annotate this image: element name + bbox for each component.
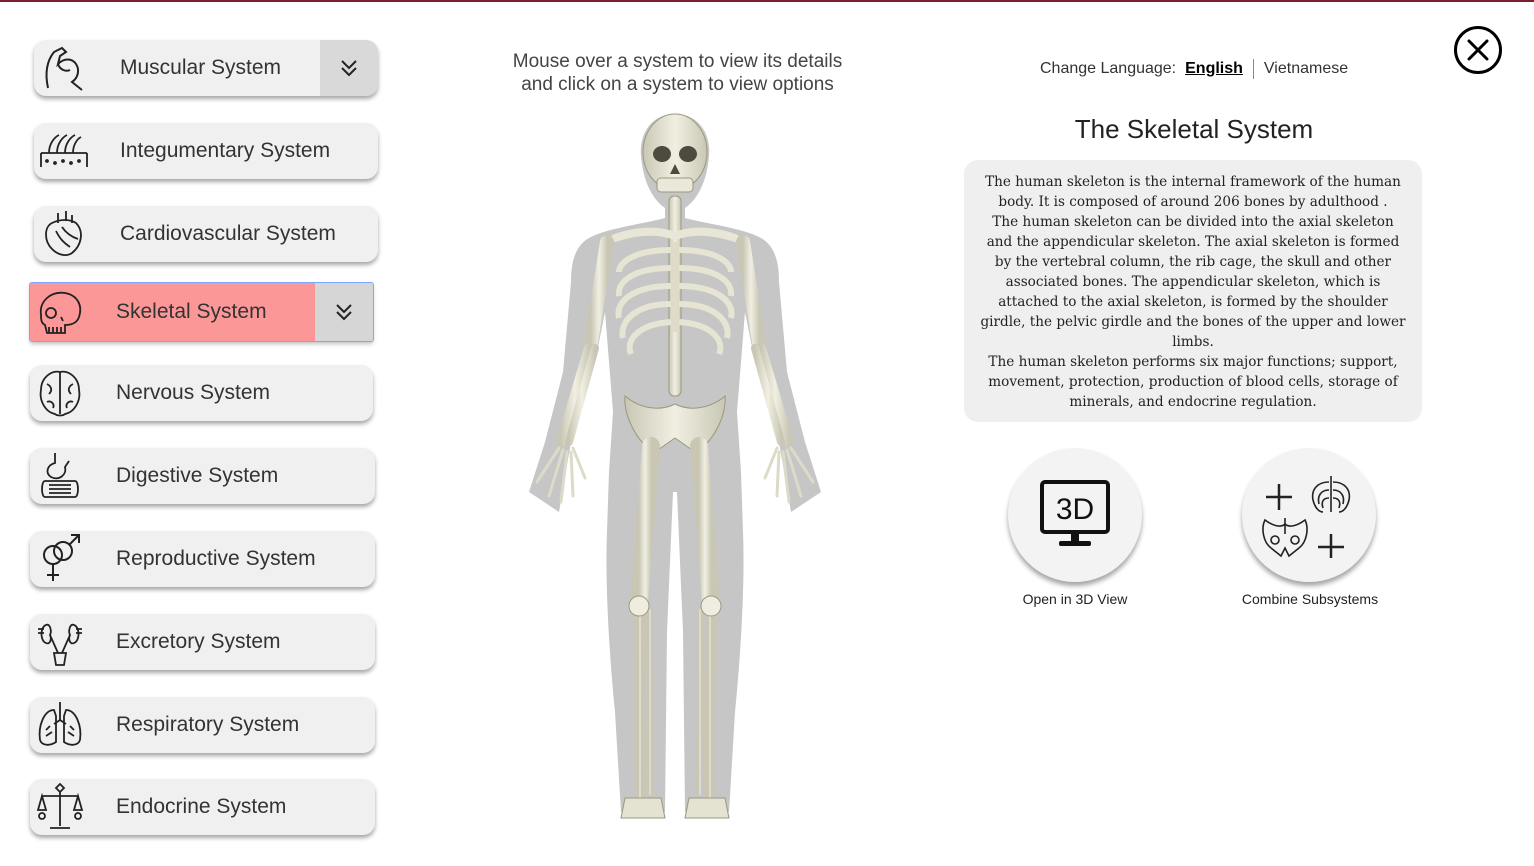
system-button-excretory[interactable]: Excretory System	[30, 614, 375, 670]
chevron-down-icon[interactable]	[320, 40, 378, 96]
system-label: Nervous System	[116, 381, 271, 404]
system-label: Digestive System	[116, 464, 279, 487]
system-button-integumentary[interactable]: Integumentary System	[34, 123, 378, 179]
chevron-down-icon[interactable]	[315, 283, 373, 341]
balance-scale-icon	[30, 779, 90, 835]
description-line: girdle, the pelvic girdle and the bones …	[980, 314, 1406, 330]
combine-subsystems-button[interactable]	[1242, 448, 1376, 582]
system-label: Muscular System	[120, 56, 282, 79]
system-button-skeletal[interactable]: Skeletal System	[29, 282, 374, 342]
system-button-muscular[interactable]: Muscular System	[34, 40, 378, 96]
system-label: Excretory System	[116, 630, 281, 653]
icon-3d-text: 3D	[1056, 493, 1094, 526]
description-line: body. It is composed of around 206 bones…	[998, 194, 1388, 210]
language-option-vietnamese[interactable]: Vietnamese	[1264, 60, 1348, 78]
close-button[interactable]	[1453, 25, 1503, 75]
system-button-endocrine[interactable]: Endocrine System	[30, 779, 375, 835]
combine-subsystems-label: Combine Subsystems	[1241, 591, 1379, 607]
description-line: and the appendicular skeleton. The axial…	[986, 234, 1400, 250]
language-switcher: Change Language: English Vietnamese	[1040, 59, 1348, 79]
description-line: by the vertebral column, the rib cage, t…	[994, 254, 1392, 270]
description-line: associated bones. The appendicular skele…	[1005, 274, 1381, 290]
gender-symbols-icon	[30, 531, 90, 587]
heart-icon	[34, 206, 94, 262]
system-label: Reproductive System	[116, 547, 316, 570]
system-label: Skeletal System	[116, 300, 267, 323]
skeleton-figure[interactable]	[515, 112, 835, 824]
system-button-respiratory[interactable]: Respiratory System	[30, 697, 375, 753]
system-description: The human skeleton is the internal frame…	[964, 160, 1422, 422]
system-button-nervous[interactable]: Nervous System	[30, 365, 373, 421]
description-line: The human skeleton performs six major fu…	[988, 354, 1398, 370]
skull-icon	[30, 284, 90, 340]
description-line: The human skeleton can be divided into t…	[992, 214, 1394, 230]
digestive-tract-icon	[30, 448, 90, 504]
instruction-text: Mouse over a system to view its details …	[480, 50, 875, 96]
language-divider	[1252, 59, 1254, 79]
description-line: attached to the axial skeleton, is forme…	[998, 294, 1388, 310]
instruction-line: Mouse over a system to view its details	[512, 51, 843, 72]
muscle-arm-icon	[34, 40, 94, 96]
system-button-digestive[interactable]: Digestive System	[30, 448, 375, 504]
brain-icon	[30, 365, 90, 421]
open-3d-view-label: Open in 3D View	[1022, 591, 1128, 607]
description-line: limbs.	[1172, 334, 1214, 350]
system-label: Endocrine System	[116, 795, 287, 818]
system-button-cardiovascular[interactable]: Cardiovascular System	[34, 206, 378, 262]
skin-hair-icon	[34, 123, 94, 179]
system-button-reproductive[interactable]: Reproductive System	[30, 531, 375, 587]
description-line: movement, protection, production of bloo…	[988, 374, 1398, 390]
kidneys-icon	[30, 614, 90, 670]
lungs-icon	[30, 697, 90, 753]
monitor-3d-icon: 3D	[1040, 480, 1110, 546]
instruction-line: and click on a system to view options	[521, 74, 834, 95]
close-icon	[1454, 26, 1502, 74]
system-title: The Skeletal System	[1074, 114, 1314, 144]
language-label: Change Language:	[1040, 60, 1177, 77]
language-option-english[interactable]: English	[1185, 60, 1243, 78]
system-label: Cardiovascular System	[120, 222, 336, 245]
open-3d-view-button[interactable]: 3D	[1008, 448, 1142, 582]
system-label: Respiratory System	[116, 713, 300, 736]
combine-subsystems-icon	[1262, 476, 1351, 558]
description-line: minerals, and endocrine regulation.	[1069, 394, 1317, 410]
description-line: The human skeleton is the internal frame…	[985, 174, 1401, 190]
system-label: Integumentary System	[120, 139, 331, 162]
